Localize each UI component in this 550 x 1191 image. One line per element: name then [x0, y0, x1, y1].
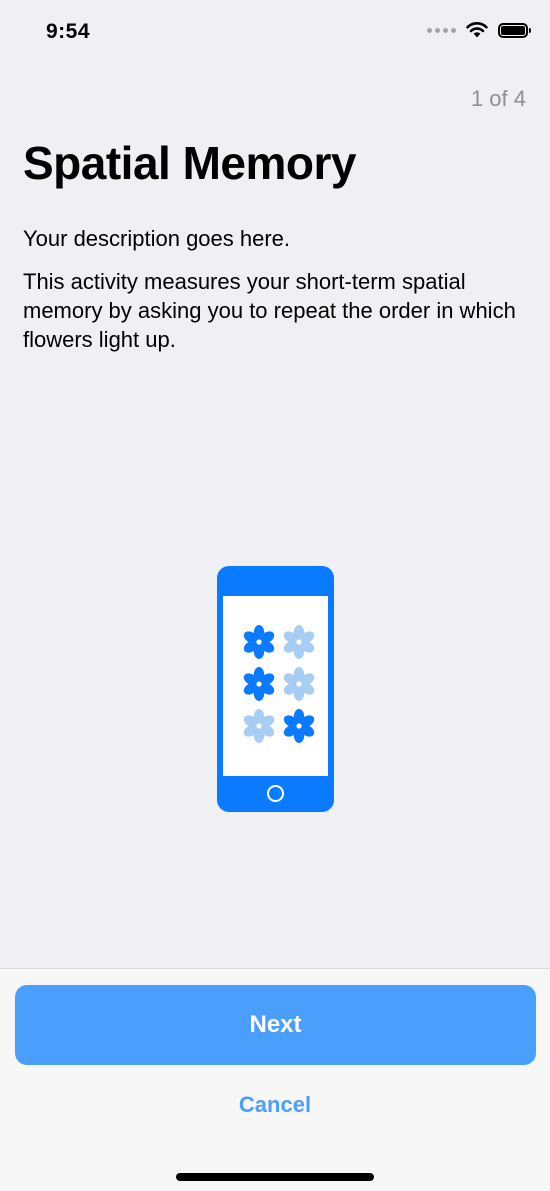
phone-screen [223, 596, 328, 776]
battery-icon [498, 22, 531, 38]
wifi-icon [466, 22, 488, 38]
status-time: 9:54 [46, 20, 91, 43]
page-title: Spatial Memory [23, 137, 357, 189]
description-text: Your description goes here. [23, 226, 291, 251]
status-bar: 9:54 [0, 0, 550, 70]
flower-inactive-icon [283, 625, 315, 659]
flower-inactive-icon [243, 709, 275, 743]
home-button-icon [267, 785, 284, 802]
screen: 9:54 1 of 4 Spatial Memory Your descript… [0, 0, 550, 1191]
flower-inactive-icon [283, 667, 315, 701]
step-counter: 1 of 4 [470, 86, 526, 111]
cancel-button[interactable]: Cancel [175, 1085, 375, 1125]
flower-active-icon [243, 625, 275, 659]
home-indicator [176, 1173, 374, 1181]
detail-text: This activity measures your short-term s… [23, 269, 516, 352]
status-icons [427, 22, 531, 38]
phone-flowers-icon [217, 566, 334, 812]
bottom-action-area: Next Cancel [0, 968, 550, 1191]
flower-active-icon [243, 667, 275, 701]
next-button[interactable]: Next [15, 985, 536, 1065]
flower-active-icon [283, 709, 315, 743]
signal-dots-icon [427, 27, 456, 33]
